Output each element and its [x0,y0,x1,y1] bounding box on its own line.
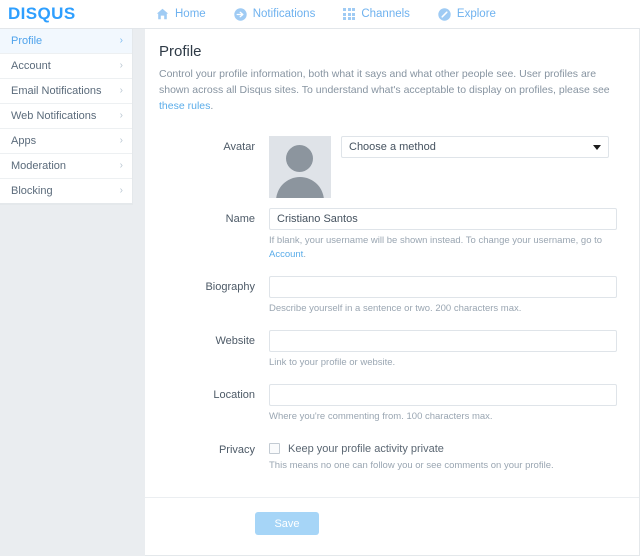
biography-hint: Describe yourself in a sentence or two. … [269,302,522,314]
avatar-method-select-value: Choose a method [349,141,436,154]
sidebar-item-blocking-label: Blocking [11,185,53,197]
avatar [269,136,331,199]
name-hint-text: If blank, your username will be shown in… [269,235,603,247]
avatar-label: Avatar [223,141,255,154]
privacy-row: Privacy Keep your profile activity priva… [164,439,625,485]
website-label: Website [215,335,255,348]
website-input[interactable] [269,330,617,353]
save-area: Save [145,498,639,555]
notifications-icon [233,7,247,21]
chevron-down-icon [593,144,601,150]
sidebar-item-account[interactable]: Account › [0,54,132,79]
sidebar-item-blocking[interactable]: Blocking › [0,179,132,204]
these-rules-link[interactable]: these rules [159,100,210,112]
name-input[interactable] [269,208,617,231]
settings-sidebar: Profile › Account › Email Notifications … [0,29,133,205]
profile-form: Avatar Choose a method Name Cristiano Sa… [159,136,625,485]
location-row: Location Where you're commenting from. 1… [164,384,625,436]
avatar-method-select[interactable]: Choose a method [341,136,609,159]
sidebar-item-profile[interactable]: Profile › [0,29,132,54]
channels-grid-icon [343,8,356,20]
chevron-right-icon: › [119,135,123,146]
chevron-right-icon: › [119,60,123,71]
sidebar-item-web-notifications[interactable]: Web Notifications › [0,104,132,129]
chevron-right-icon: › [119,110,123,121]
sidebar-item-web-notifications-label: Web Notifications [11,110,97,122]
sidebar-item-moderation-label: Moderation [11,160,67,172]
nav-item-home[interactable]: Home [156,8,206,20]
privacy-checkbox[interactable] [269,443,280,455]
top-navigation-bar: DISQUS Home Notifications Channels Explo… [0,0,640,29]
home-icon [156,8,169,20]
chevron-right-icon: › [119,160,123,171]
nav-item-notifications-label: Notifications [252,8,316,20]
biography-input[interactable] [269,275,617,298]
page-title: Profile [159,43,202,60]
explore-compass-icon [438,7,451,21]
nav-item-home-label: Home [175,8,206,20]
profile-settings-panel: Profile Control your profile information… [145,29,640,556]
nav-item-explore[interactable]: Explore [438,7,496,21]
sidebar-item-apps[interactable]: Apps › [0,129,132,154]
disqus-logo[interactable]: DISQUS [8,4,128,24]
website-row: Website Link to your profile or website. [164,330,625,382]
page-description: Control your profile information, both w… [159,67,625,114]
account-link[interactable]: Account [269,249,303,260]
name-hint: If blank, your username will be shown in… [269,234,617,261]
nav-item-channels-label: Channels [361,8,410,20]
location-label: Location [213,389,255,402]
privacy-label: Privacy [218,443,255,456]
location-hint: Where you're commenting from. 100 charac… [269,411,493,423]
sidebar-item-profile-label: Profile [11,35,43,47]
avatar-row: Avatar Choose a method [164,136,625,199]
name-row: Name If blank, your username will be sho… [164,208,625,274]
privacy-hint: This means no one can follow you or see … [269,459,554,471]
name-label: Name [225,213,255,226]
chevron-right-icon: › [119,35,123,46]
avatar-body-shape [276,177,324,199]
sidebar-item-apps-label: Apps [11,135,37,147]
nav-item-notifications[interactable]: Notifications [233,7,316,21]
page-body: Profile › Account › Email Notifications … [0,29,640,556]
privacy-checkbox-label: Keep your profile activity private [288,442,444,455]
website-hint: Link to your profile or website. [269,357,396,369]
location-input[interactable] [269,384,617,407]
sidebar-item-account-label: Account [11,60,51,72]
name-hint-tail: . [303,248,306,260]
main-nav: Home Notifications Channels Explore [156,7,524,21]
sidebar-item-email-notifications[interactable]: Email Notifications › [0,79,132,104]
sidebar-item-moderation[interactable]: Moderation › [0,154,132,179]
chevron-right-icon: › [119,85,123,96]
page-description-text: Control your profile information, both w… [159,68,610,96]
chevron-right-icon: › [119,185,123,196]
page-description-tail: . [210,99,214,112]
avatar-head-shape [286,145,313,173]
nav-item-explore-label: Explore [456,8,496,20]
biography-label: Biography [205,280,255,293]
sidebar-item-email-notifications-label: Email Notifications [11,85,102,97]
nav-item-channels[interactable]: Channels [343,8,410,20]
biography-row: Biography Describe yourself in a sentenc… [164,275,625,328]
